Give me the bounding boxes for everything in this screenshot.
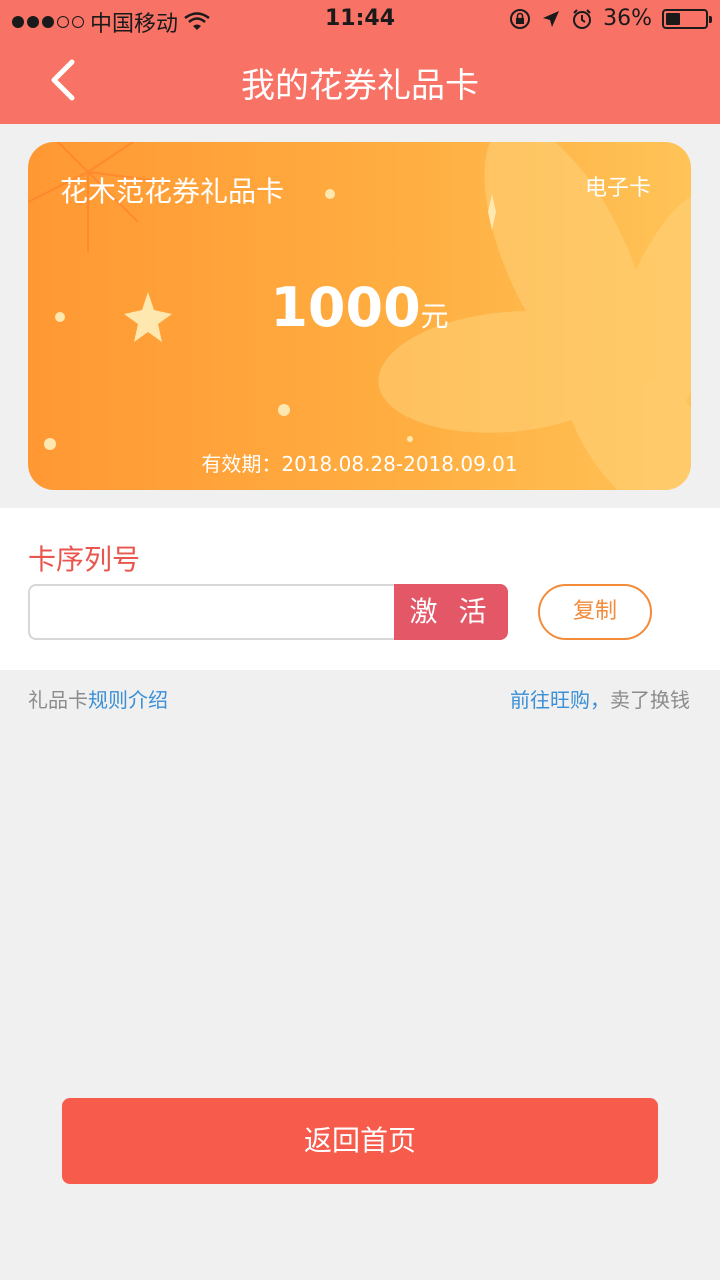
rules-text: 礼品卡规则介绍 xyxy=(28,684,168,713)
alarm-icon xyxy=(573,8,592,29)
status-right: 36% xyxy=(509,6,712,31)
rules-prefix: 礼品卡 xyxy=(28,688,88,712)
serial-section: 卡序列号 激 活 复制 xyxy=(0,508,720,670)
card-validity: 有效期：2018.08.28-2018.09.01 xyxy=(201,452,518,476)
status-bar: 中国移动 11:44 36% xyxy=(0,0,720,40)
shop-text: 前往旺购，卖了换钱 xyxy=(510,684,690,713)
shop-suffix: 卖了换钱 xyxy=(610,688,690,712)
serial-number-input[interactable] xyxy=(28,584,394,640)
rules-link[interactable]: 规则介绍 xyxy=(88,688,168,712)
copy-button[interactable]: 复制 xyxy=(538,584,652,640)
serial-label: 卡序列号 xyxy=(28,543,141,576)
card-name: 花木范花券礼品卡 xyxy=(60,175,285,208)
gift-card: 花木范花券礼品卡 电子卡 1000元 有效期：2018.08.28-2018.0… xyxy=(28,142,691,490)
card-value: 1000元 xyxy=(28,276,691,339)
rotation-lock-icon xyxy=(510,8,531,29)
page-title: 我的花券礼品卡 xyxy=(241,66,479,106)
card-type: 电子卡 xyxy=(584,176,651,201)
app-header: 中国移动 11:44 36% 我的花券礼品卡 xyxy=(0,0,720,124)
shop-link[interactable]: 前往旺购， xyxy=(510,688,610,712)
card-amount-unit: 元 xyxy=(420,300,449,333)
battery-percent: 36% xyxy=(603,6,652,31)
activate-button[interactable]: 激 活 xyxy=(394,584,508,640)
return-home-button[interactable]: 返回首页 xyxy=(62,1098,658,1184)
battery-icon xyxy=(662,8,712,29)
card-amount: 1000 xyxy=(270,276,421,339)
location-icon xyxy=(543,10,560,27)
info-links: 礼品卡规则介绍 前往旺购，卖了换钱 xyxy=(0,682,720,712)
